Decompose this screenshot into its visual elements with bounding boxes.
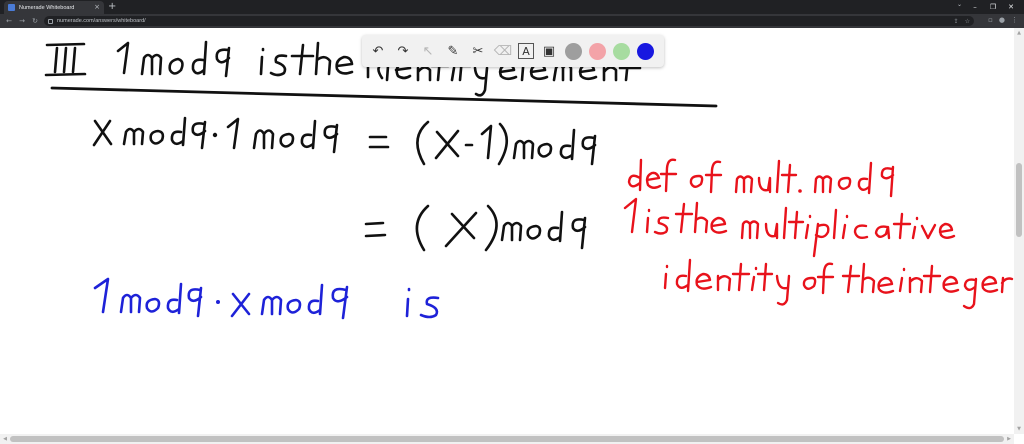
address-bar[interactable]: numerade.com/answers/whiteboard/ ⇪ ☆ — [44, 16, 974, 26]
color-swatch-gray[interactable] — [565, 42, 582, 60]
bookmark-star-icon[interactable]: ☆ — [965, 18, 970, 25]
forward-arrow-icon[interactable]: → — [17, 16, 27, 26]
tab-search-icon[interactable]: ⌄ — [957, 1, 962, 8]
vertical-scrollbar[interactable]: ▲ ▼ — [1014, 28, 1024, 434]
scroll-down-arrow-icon[interactable]: ▼ — [1014, 424, 1024, 434]
whiteboard-canvas[interactable] — [0, 28, 1024, 434]
equation-line-2-ink — [364, 204, 587, 252]
reload-icon[interactable]: ↻ — [30, 16, 40, 26]
browser-tab[interactable]: Numerade Whiteboard × — [4, 1, 104, 14]
share-icon[interactable]: ⇪ — [954, 18, 959, 25]
color-swatch-blue[interactable] — [637, 42, 654, 60]
new-tab-button[interactable]: + — [108, 1, 116, 13]
equation-line-3-ink — [93, 277, 440, 320]
scroll-up-arrow-icon[interactable]: ▲ — [1014, 28, 1024, 38]
lock-icon — [48, 18, 53, 24]
url-text: numerade.com/answers/whiteboard/ — [57, 18, 146, 24]
restore-button[interactable]: ❐ — [984, 0, 1002, 14]
browser-toolbar: ← → ↻ numerade.com/answers/whiteboard/ ⇪… — [0, 14, 1024, 28]
tab-close-icon[interactable]: × — [94, 4, 100, 11]
tools-icon[interactable]: ✂ — [468, 41, 488, 61]
extensions-icon[interactable]: ▫ — [988, 16, 993, 24]
color-swatch-green[interactable] — [613, 42, 630, 60]
scroll-left-arrow-icon[interactable]: ◀ — [0, 434, 10, 444]
window-controls: – ❐ ✕ — [966, 0, 1020, 14]
select-pointer-icon[interactable]: ↖ — [418, 41, 438, 61]
handwriting-layer — [44, 40, 1014, 320]
color-swatch-red[interactable] — [589, 42, 606, 60]
vertical-scroll-thumb[interactable] — [1016, 163, 1022, 237]
menu-icon[interactable]: ⋮ — [1011, 16, 1018, 24]
browser-tab-strip: Numerade Whiteboard × + ⌄ – ❐ ✕ — [0, 0, 1024, 14]
horizontal-scroll-thumb[interactable] — [10, 436, 1004, 442]
annotation-def-mult-ink — [627, 158, 895, 198]
eraser-icon[interactable]: ⌫ — [493, 41, 513, 61]
profile-icon[interactable]: ● — [999, 16, 1005, 24]
annotation-identity-ink — [623, 197, 1014, 310]
numerade-favicon-icon — [8, 4, 15, 11]
horizontal-scrollbar[interactable]: ◀ ▶ — [0, 434, 1014, 444]
whiteboard-toolbar: ↶ ↷ ↖ ✎ ✂ ⌫ A ▣ — [362, 35, 664, 67]
pen-icon[interactable]: ✎ — [443, 41, 463, 61]
toolbar-right: ▫ ● ⋮ — [988, 16, 1018, 24]
redo-icon[interactable]: ↷ — [393, 41, 413, 61]
tab-title: Numerade Whiteboard — [19, 4, 75, 11]
equation-line-1-ink — [92, 116, 597, 166]
omnibox-icons: ⇪ ☆ — [954, 16, 970, 26]
minimize-button[interactable]: – — [966, 0, 984, 14]
back-arrow-icon[interactable]: ← — [4, 16, 14, 26]
close-window-button[interactable]: ✕ — [1002, 0, 1020, 14]
scroll-right-arrow-icon[interactable]: ▶ — [1004, 434, 1014, 444]
image-icon[interactable]: ▣ — [539, 41, 559, 61]
undo-icon[interactable]: ↶ — [368, 41, 388, 61]
text-tool-icon[interactable]: A — [518, 43, 534, 59]
